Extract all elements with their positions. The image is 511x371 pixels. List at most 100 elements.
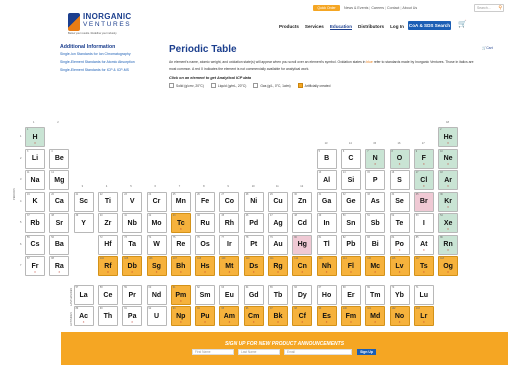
- element-eu[interactable]: 63 Eu: [219, 285, 240, 305]
- element-es[interactable]: 99 Es X: [316, 306, 337, 326]
- element-bh[interactable]: 107 Bh X: [170, 256, 191, 276]
- element-na[interactable]: 11 Na: [25, 170, 45, 190]
- element-cd[interactable]: 48 Cd: [292, 213, 313, 233]
- element-se[interactable]: 34 Se: [389, 191, 410, 212]
- quick-order-button[interactable]: Quick Order: [313, 5, 340, 11]
- element-tm[interactable]: 69 Tm: [365, 285, 386, 305]
- element-no[interactable]: 102 No X: [389, 306, 410, 326]
- sidebar-link-atomic-absorption[interactable]: Single-Element Standards for Atomic Abso…: [60, 60, 160, 64]
- element-s[interactable]: 16 S: [389, 170, 410, 190]
- element-te[interactable]: 52 Te: [389, 213, 410, 233]
- element-br[interactable]: 35 Br: [413, 191, 434, 212]
- element-as[interactable]: 33 As: [365, 191, 386, 212]
- element-co[interactable]: 27 Co: [219, 191, 240, 212]
- element-he[interactable]: 2 He X: [438, 127, 459, 147]
- element-ds[interactable]: 110 Ds X: [243, 256, 264, 276]
- element-al[interactable]: 13 Al: [316, 170, 337, 190]
- element-cr[interactable]: 24 Cr: [146, 191, 167, 212]
- element-gd[interactable]: 64 Gd: [243, 285, 264, 305]
- nav-login[interactable]: Log In: [390, 24, 404, 30]
- brand-logo[interactable]: INORGANIC VENTURES Below your results. R…: [68, 12, 131, 36]
- element-rg[interactable]: 111 Rg X: [268, 256, 288, 276]
- element-ir[interactable]: 77 Ir: [219, 234, 240, 255]
- element-be[interactable]: 4 Be: [49, 148, 70, 169]
- element-db[interactable]: 105 Db X: [122, 256, 143, 276]
- element-er[interactable]: 68 Er: [340, 285, 361, 305]
- element-os[interactable]: 76 Os: [195, 234, 216, 255]
- search-input[interactable]: Search... ⚲: [474, 4, 504, 12]
- element-pu[interactable]: 94 Pu X: [195, 306, 216, 326]
- element-sc[interactable]: 21 Sc: [73, 191, 94, 212]
- first-name-field[interactable]: First Name: [192, 349, 234, 355]
- element-ca[interactable]: 20 Ca: [49, 191, 70, 212]
- element-tc[interactable]: 43 Tc X: [170, 213, 191, 233]
- element-ni[interactable]: 28 Ni: [243, 191, 264, 212]
- element-mo[interactable]: 42 Mo: [146, 213, 167, 233]
- nav-services[interactable]: Services: [305, 24, 324, 30]
- element-la[interactable]: 57 La: [73, 285, 94, 305]
- element-re[interactable]: 75 Re: [170, 234, 191, 255]
- element-in[interactable]: 49 In: [316, 213, 337, 233]
- element-ts[interactable]: 117 Ts X: [413, 256, 434, 276]
- element-y[interactable]: 39 Y: [73, 213, 94, 233]
- element-sg[interactable]: 106 Sg X: [146, 256, 167, 276]
- element-ag[interactable]: 47 Ag: [268, 213, 288, 233]
- element-hg[interactable]: 80 Hg: [292, 234, 313, 255]
- sidebar-link-ion-chromatography[interactable]: Single-Ion Standards for Ion Chromatogra…: [60, 52, 160, 56]
- element-lu[interactable]: 71 Lu: [413, 285, 434, 305]
- element-pm[interactable]: 61 Pm X: [170, 285, 191, 305]
- element-c[interactable]: 6C: [340, 148, 361, 169]
- element-k[interactable]: 19 K: [25, 191, 45, 212]
- element-o[interactable]: 8OX: [389, 148, 410, 169]
- cart-icon[interactable]: 🛒: [458, 21, 467, 29]
- element-sn[interactable]: 50 Sn: [340, 213, 361, 233]
- sidebar-link-icp[interactable]: Single-Element Standards for ICP & ICP-M…: [60, 68, 160, 72]
- element-w[interactable]: 74 W: [146, 234, 167, 255]
- element-ti[interactable]: 22 Ti: [97, 191, 118, 212]
- element-v[interactable]: 23 V: [122, 191, 143, 212]
- element-ra[interactable]: 88 Ra X: [49, 256, 70, 276]
- element-rn[interactable]: 86 Rn X: [438, 234, 459, 255]
- element-tb[interactable]: 65 Tb: [268, 285, 288, 305]
- element-mn[interactable]: 25 Mn: [170, 191, 191, 212]
- element-b[interactable]: 5B: [316, 148, 337, 169]
- element-cn[interactable]: 112 Cn X: [292, 256, 313, 276]
- element-dy[interactable]: 66 Dy: [292, 285, 313, 305]
- utility-link-careers[interactable]: Careers: [371, 6, 384, 10]
- utility-link-contact[interactable]: Contact: [387, 6, 399, 10]
- coa-sds-search-button[interactable]: CoA & SDS Search: [408, 21, 451, 30]
- element-kr[interactable]: 36 Kr X: [438, 191, 459, 212]
- element-th[interactable]: 90 Th: [97, 306, 118, 326]
- nav-education[interactable]: Education: [329, 24, 353, 30]
- element-pa[interactable]: 91 Pa X: [122, 306, 143, 326]
- element-sm[interactable]: 62 Sm: [195, 285, 216, 305]
- element-cm[interactable]: 96 Cm X: [243, 306, 264, 326]
- element-at[interactable]: 85 At X: [413, 234, 434, 255]
- nav-distributors[interactable]: Distributors: [358, 24, 384, 30]
- element-si[interactable]: 14 Si: [340, 170, 361, 190]
- element-cs[interactable]: 55 Cs: [25, 234, 45, 255]
- element-ta[interactable]: 73 Ta: [122, 234, 143, 255]
- element-fm[interactable]: 100 Fm X: [340, 306, 361, 326]
- email-field[interactable]: Email: [284, 349, 352, 355]
- sign-up-button[interactable]: Sign Up: [357, 349, 376, 355]
- element-xe[interactable]: 54 Xe X: [438, 213, 459, 233]
- element-ne[interactable]: 10 Ne X: [438, 148, 459, 169]
- element-ar[interactable]: 18 Ar X: [438, 170, 459, 190]
- element-nh[interactable]: 113 Nh X: [316, 256, 337, 276]
- element-ba[interactable]: 56 Ba: [49, 234, 70, 255]
- utility-link-news[interactable]: News & Events: [344, 6, 368, 10]
- element-cu[interactable]: 29 Cu: [268, 191, 288, 212]
- nav-products[interactable]: Products: [279, 24, 299, 30]
- element-pd[interactable]: 46 Pd: [243, 213, 264, 233]
- element-ge[interactable]: 32 Ge: [340, 191, 361, 212]
- element-md[interactable]: 101 Md X: [365, 306, 386, 326]
- element-u[interactable]: 92 U: [146, 306, 167, 326]
- element-h[interactable]: 1HX: [25, 127, 45, 147]
- element-zn[interactable]: 30 Zn: [292, 191, 313, 212]
- element-ho[interactable]: 67 Ho: [316, 285, 337, 305]
- element-pt[interactable]: 78 Pt: [243, 234, 264, 255]
- element-p[interactable]: 15 P: [365, 170, 386, 190]
- element-cl[interactable]: 17 Cl X: [413, 170, 434, 190]
- element-fl[interactable]: 114 Fl X: [340, 256, 361, 276]
